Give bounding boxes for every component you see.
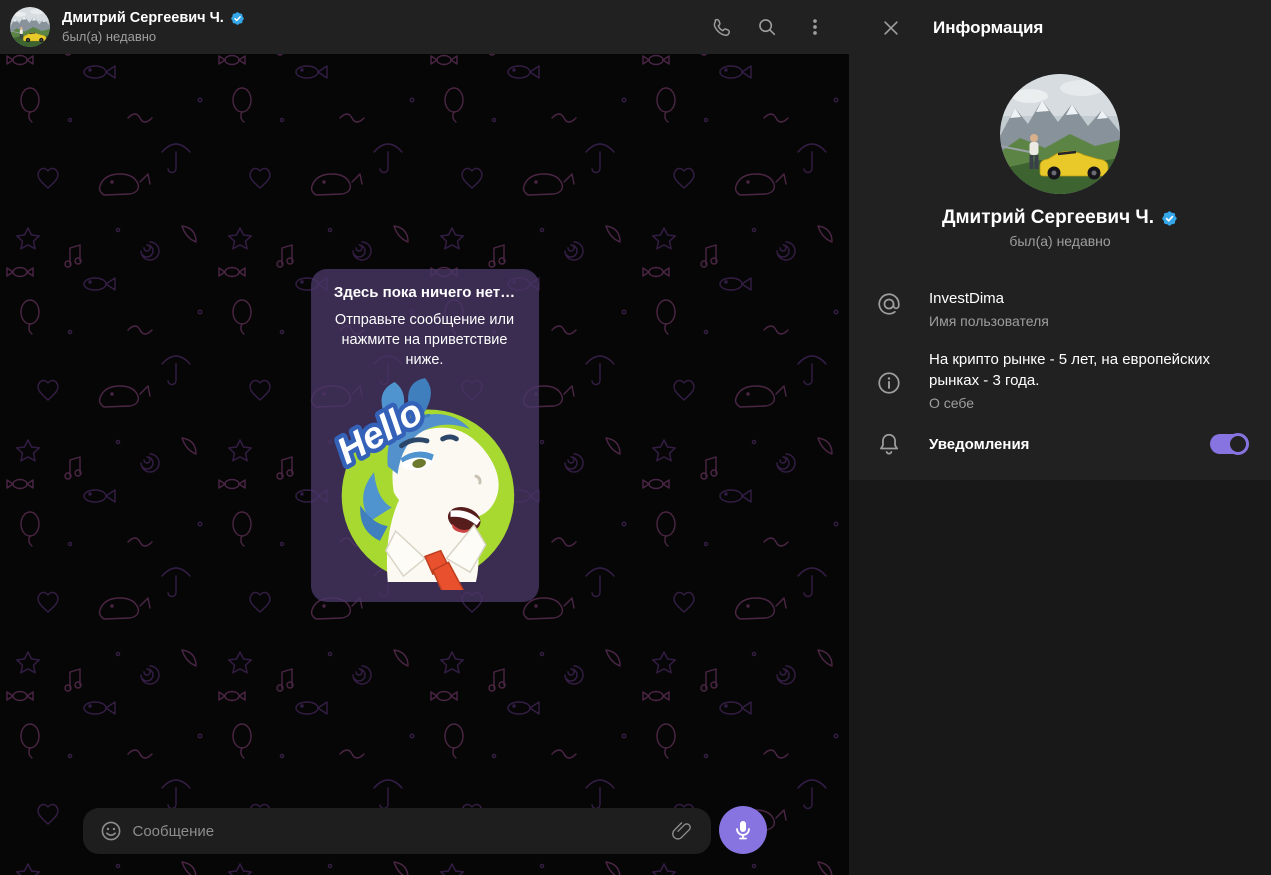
profile-name: Дмитрий Сергеевич Ч.: [942, 207, 1154, 229]
profile-status: был(а) недавно: [1009, 233, 1110, 249]
call-button[interactable]: [699, 7, 739, 47]
bell-icon: [876, 431, 902, 457]
smiley-icon: [99, 819, 123, 843]
notifications-label: Уведомления: [929, 436, 1029, 453]
search-icon: [756, 16, 778, 38]
chat-area: Дмитрий Сергеевич Ч. был(а) недавно: [0, 0, 849, 875]
empty-chat-text: Отправьте сообщение или нажмите на приве…: [325, 310, 525, 370]
info-icon: [876, 370, 902, 396]
telegram-window: Дмитрий Сергеевич Ч. был(а) недавно: [0, 0, 1271, 875]
notifications-row[interactable]: Уведомления: [849, 422, 1271, 466]
verified-badge-icon: [230, 11, 245, 26]
greeting-sticker[interactable]: Hello: [325, 376, 525, 590]
contact-avatar[interactable]: [10, 7, 50, 47]
username-row[interactable]: InvestDima Имя пользователя: [849, 279, 1271, 340]
profile-photo[interactable]: [1000, 74, 1120, 194]
info-panel-title: Информация: [933, 18, 1043, 38]
close-panel-button[interactable]: [871, 8, 911, 48]
paperclip-icon: [669, 819, 693, 843]
topbar-actions: [699, 7, 835, 47]
attach-button[interactable]: [663, 813, 699, 849]
emoji-button[interactable]: [93, 813, 129, 849]
chat-contact-status: был(а) недавно: [62, 28, 699, 45]
username-label: Имя пользователя: [929, 312, 1247, 331]
toggle-knob: [1227, 433, 1249, 455]
about-label: О себе: [929, 394, 1247, 413]
about-value: На крипто рынке - 5 лет, на европейских …: [929, 349, 1247, 391]
about-row[interactable]: На крипто рынке - 5 лет, на европейских …: [849, 340, 1271, 422]
voice-record-button[interactable]: [719, 806, 767, 854]
chat-topbar: Дмитрий Сергеевич Ч. был(а) недавно: [0, 0, 849, 54]
info-panel-header: Информация: [849, 0, 1271, 56]
info-panel: Информация: [849, 0, 1271, 875]
search-button[interactable]: [747, 7, 787, 47]
verified-badge-icon: [1161, 210, 1178, 227]
message-input[interactable]: [133, 823, 659, 840]
info-rows: InvestDima Имя пользователя На крипто ры…: [849, 279, 1271, 466]
chat-contact-name: Дмитрий Сергеевич Ч.: [62, 9, 224, 27]
menu-button[interactable]: [795, 7, 835, 47]
empty-chat-title: Здесь пока ничего нет…: [325, 283, 525, 303]
kebab-menu-icon: [804, 16, 826, 38]
empty-chat-card: Здесь пока ничего нет… Отправьте сообщен…: [311, 269, 539, 602]
close-icon: [881, 18, 901, 38]
at-icon: [876, 291, 902, 317]
phone-icon: [708, 16, 730, 38]
username-value: InvestDima: [929, 288, 1247, 309]
chat-header-info[interactable]: Дмитрий Сергеевич Ч. был(а) недавно: [62, 9, 699, 45]
message-input-bar[interactable]: [83, 808, 711, 854]
notifications-toggle[interactable]: [1210, 434, 1247, 454]
microphone-icon: [731, 818, 755, 842]
profile-block: Дмитрий Сергеевич Ч. был(а) недавно: [849, 56, 1271, 249]
info-panel-content: Дмитрий Сергеевич Ч. был(а) недавно: [849, 56, 1271, 480]
composer: [0, 806, 849, 854]
